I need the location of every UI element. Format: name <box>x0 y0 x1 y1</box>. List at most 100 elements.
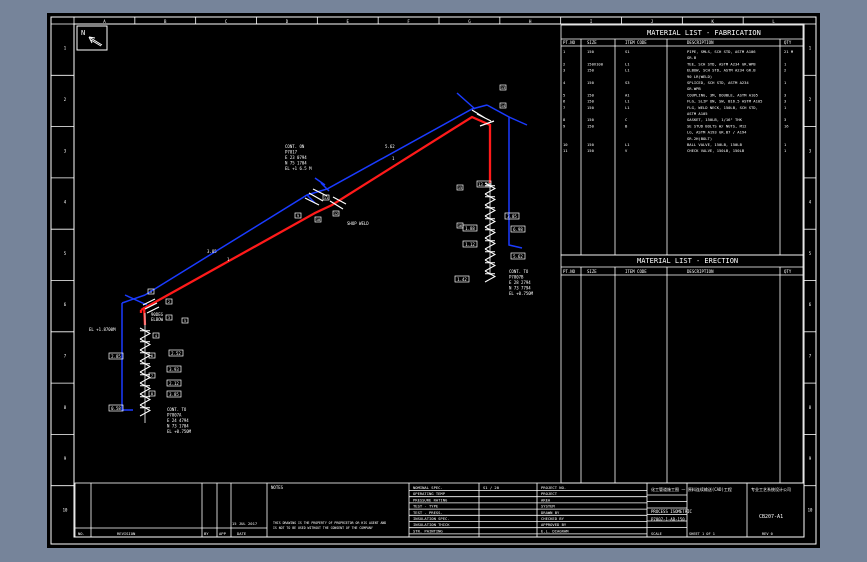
notes-label: NOTES <box>271 485 284 490</box>
callout-cont-to-right: P7807B <box>509 275 524 280</box>
table-header: SIZE <box>587 40 597 45</box>
company-subtitle: 专业工艺系统设计公司 <box>751 486 791 492</box>
callout-cont-to-left: N 73 1704 <box>167 424 189 429</box>
row-number: 1 <box>809 46 812 51</box>
col-letter: I <box>590 19 593 24</box>
table-header: DESCRIPTION <box>687 269 714 274</box>
col-letter: G <box>468 19 471 24</box>
col-letter: L <box>772 19 775 24</box>
erection-title: MATERIAL LIST - ERECTION <box>637 257 738 265</box>
row-number: 8 <box>809 405 812 410</box>
table-cell: 150 <box>587 117 595 122</box>
col-letter: D <box>286 19 289 24</box>
part-tag-number: 6 <box>151 354 153 358</box>
drawing-title: PROCESS ISOMETRIC <box>651 509 693 514</box>
sheet-label: SHEET 1 OF 1 <box>689 532 715 536</box>
project-label: AREA <box>541 497 551 502</box>
table-cell: S1 <box>625 49 630 54</box>
table-header: ITEM CODE <box>625 269 647 274</box>
revision-header: APP <box>219 531 227 536</box>
part-tag-number: 5 <box>184 319 186 323</box>
table-cell: SPLICED, SCH STD, ASTM A234 <box>687 80 749 85</box>
table-cell: 3 <box>563 68 565 73</box>
design-label: OPERATING TEMP <box>413 491 446 496</box>
table-cell: 3 <box>784 99 786 104</box>
table-cell: 150X100 <box>587 61 604 66</box>
drawing-number: P7807-1-AB-150 <box>651 517 685 522</box>
dimension-value: 1.12 <box>465 242 475 247</box>
notice-text: THIS DRAWING IS THE PROPERTY OF PROPRIET… <box>273 521 386 525</box>
row-number: 8 <box>64 405 67 410</box>
col-letter: E <box>347 19 350 24</box>
dimension-value: 3.85 <box>169 392 179 397</box>
fabrication-title: MATERIAL LIST - FABRICATION <box>647 29 761 37</box>
table-cell: GR.WPB <box>687 86 701 91</box>
dimension-value: 2.12 <box>169 381 179 386</box>
row-number: 10 <box>63 507 68 512</box>
col-letter: B <box>164 19 167 24</box>
project-label: CHECKED BY <box>541 516 565 521</box>
table-cell: TEE, SCH STD, ASTM A234 GR.WPB <box>687 61 756 66</box>
revision-header: DATE <box>237 531 247 536</box>
project-label: E.L. DIAGRAM <box>541 528 569 533</box>
table-cell: BALL VALVE, 150LB, 150LB <box>687 142 743 147</box>
table-cell: L1 <box>625 61 630 66</box>
table-cell: 1 <box>784 148 787 153</box>
notice-text: IS NOT TO BE USED WITHOUT THE CONSENT OF… <box>273 526 373 530</box>
row-number: 3 <box>809 148 812 153</box>
table-cell: 9 <box>563 123 566 128</box>
part-tag-number: 2 <box>168 300 170 304</box>
table-cell: ELBOW, SCH STD, ASTM A234 GR.B <box>687 68 756 73</box>
part-tag-number: 12 <box>334 212 338 216</box>
table-cell: 150 <box>587 142 595 147</box>
row-number: 4 <box>64 200 67 205</box>
callout-cont-to-left: EL +0.750M <box>167 429 192 434</box>
design-label: INSULATION SPEC. <box>413 516 450 521</box>
table-cell: 6 <box>563 99 566 104</box>
table-cell: CHECK VALVE, 150LB, 150LB <box>687 148 745 153</box>
table-cell: L1 <box>625 68 630 73</box>
table-cell: 150 <box>587 99 595 104</box>
table-cell: 90 LR(WELD) <box>687 74 712 79</box>
design-label: PRESSURE RATING <box>413 497 448 502</box>
row-number: 5 <box>64 251 67 256</box>
table-cell: 1 <box>784 142 787 147</box>
revision-date: 15 JUL 2017 <box>232 521 257 526</box>
isometric-drawing: ABCDEFGHIJKL 1 12 23 34 45 56 67 78 89 910 10 N MA… <box>50 16 817 545</box>
callout-cont-to-right: N 73 7794 <box>509 286 531 291</box>
callout-cont-on: P7817 <box>285 150 298 155</box>
table-cell: S3 <box>625 80 630 85</box>
table-cell: 1 <box>563 49 566 54</box>
row-number: 6 <box>809 302 812 307</box>
table-cell: 2 <box>784 68 786 73</box>
table-cell: GASKET, 150LB, 1/16" THK <box>687 117 743 122</box>
callout-cont-on: EL +1 6.5 M <box>285 166 312 171</box>
callouts: CONT. ONP7817E 23 0794N 75 1704EL +1 6.5… <box>89 84 534 434</box>
callout-cont-on: E 23 0794 <box>285 155 307 160</box>
table-cell: 1 <box>784 80 787 85</box>
table-header: QTY <box>784 269 792 274</box>
scale-label: SCALE <box>651 532 662 536</box>
part-tag-number: 16 <box>458 224 462 228</box>
table-cell: B <box>625 123 628 128</box>
table-cell: 2 <box>563 61 565 66</box>
table-cell: 3 <box>784 92 786 97</box>
segment-length: 5.62 <box>385 144 395 149</box>
table-cell: ASTM A105 <box>687 111 708 116</box>
table-cell: FLG, WELD NECK, 150LB, SCH STD, <box>687 105 758 110</box>
table-cell: L1 <box>625 99 630 104</box>
callout-cont-to-right: EL +0.750M <box>509 291 534 296</box>
callout-cont-to-left: P7807A <box>167 413 182 418</box>
part-tag-number: 8 <box>151 392 153 396</box>
design-label: STR. PAINTING <box>413 528 443 533</box>
table-cell: L1 <box>625 105 630 110</box>
table-cell: 150 <box>587 148 595 153</box>
dimension-value: 1.88 <box>465 226 475 231</box>
row-number: 3 <box>64 148 67 153</box>
callout-cont-on: N 75 1704 <box>285 161 307 166</box>
row-number: 4 <box>809 200 812 205</box>
table-cell: 150 <box>587 123 595 128</box>
col-letter: C <box>225 19 228 24</box>
fabrication-rows: 1 150 S1 PIPE, SMLS, SCH STD, ASTM A106 21 M… <box>563 49 794 153</box>
part-tag-number: 15 <box>458 186 462 190</box>
